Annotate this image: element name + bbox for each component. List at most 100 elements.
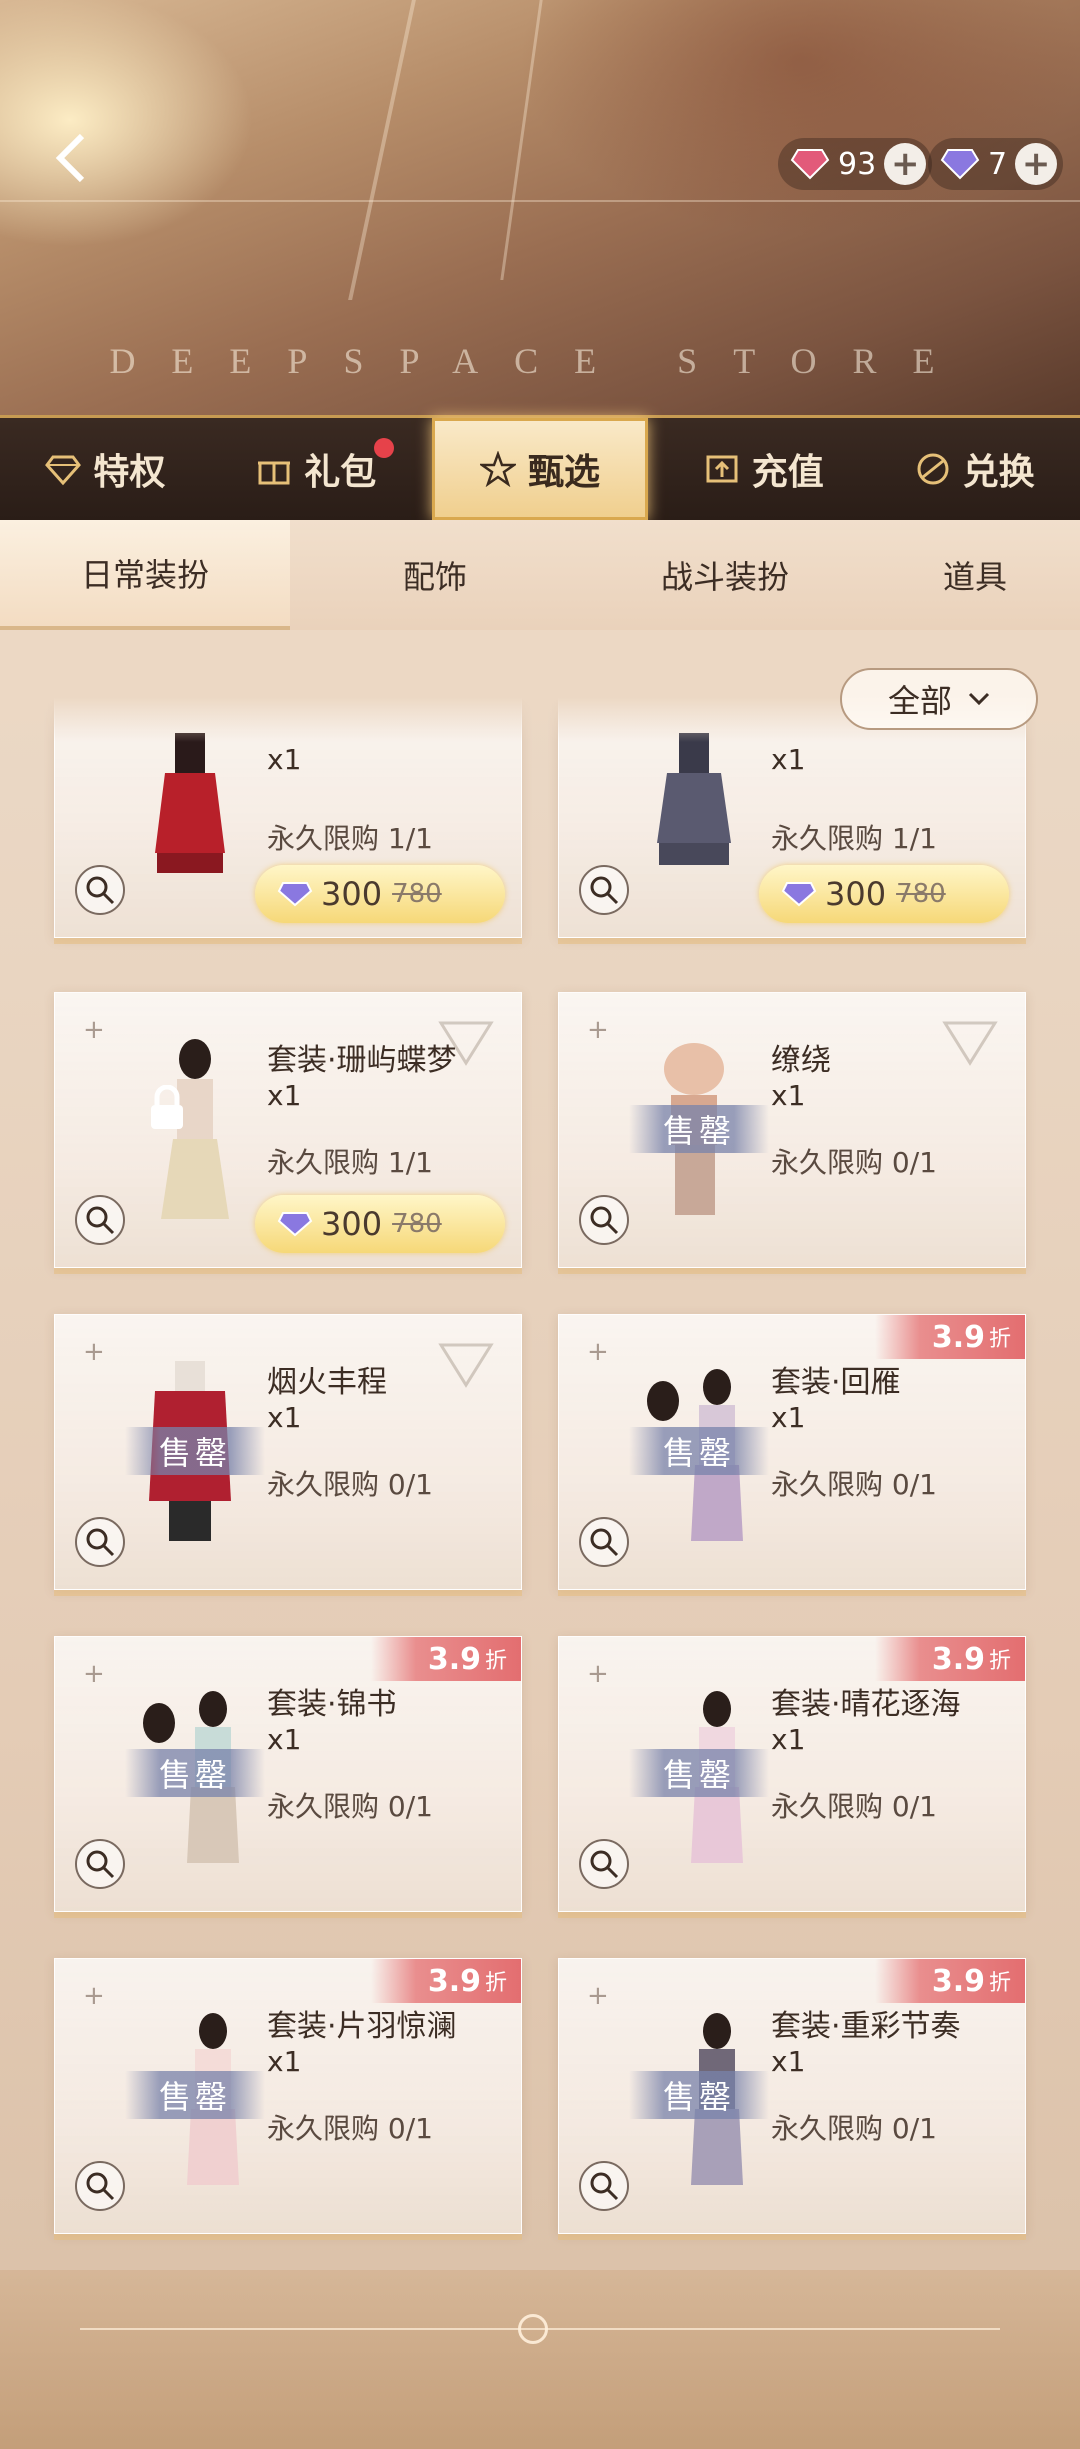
red-gem-icon [790, 149, 830, 180]
purple-gem-icon [277, 1212, 313, 1237]
corner-plus-icon: + [83, 1659, 105, 1689]
product-name: 套装·锦书 [267, 1687, 397, 1722]
card-decoration [942, 1021, 998, 1066]
purchase-limit: 永久限购 0/1 [267, 1790, 433, 1823]
price-button[interactable]: 300 780 [255, 1195, 505, 1253]
product-quantity: x1 [771, 1401, 806, 1434]
preview-button[interactable] [579, 1195, 629, 1245]
purple-gem-icon [940, 149, 980, 180]
preview-button[interactable] [579, 2161, 629, 2211]
product-card[interactable]: 3.9 折 + 售罄 套装·锦书 x1 永久限购 0/1 [54, 1636, 522, 1912]
preview-button[interactable] [579, 1839, 629, 1889]
store-banner: 93 + 7 + DEEPSPACE STORE [0, 0, 1080, 415]
star-icon [479, 451, 516, 487]
discount-value: 3.9 [931, 1963, 985, 1999]
preview-button[interactable] [579, 865, 629, 915]
magnifier-icon [86, 1528, 115, 1557]
subtab-accessories[interactable]: 配饰 [290, 520, 580, 630]
outfit-figure [639, 733, 749, 933]
tab-label: 礼包 [304, 452, 377, 493]
discount-badge: 3.9 折 [371, 1637, 521, 1681]
banner-decoration [500, 0, 543, 280]
discount-unit: 折 [988, 1327, 1011, 1352]
discount-unit: 折 [484, 1971, 507, 1996]
corner-plus-icon: + [83, 1981, 105, 2011]
corner-plus-icon: + [587, 1981, 609, 2011]
main-tab-bar: 特权 礼包 甄选 充值 兑换 [0, 415, 1080, 520]
product-name: 套装·珊屿蝶梦 [267, 1043, 457, 1078]
sold-out-badge: 售罄 [125, 1749, 265, 1797]
preview-button[interactable] [75, 1195, 125, 1245]
preview-button[interactable] [579, 1517, 629, 1567]
price-value: 300 [825, 875, 887, 913]
purchase-limit: 永久限购 1/1 [771, 822, 937, 855]
tab-label: 特权 [93, 452, 166, 493]
sub-tab-bar: 日常装扮 配饰 战斗装扮 道具 [0, 520, 1080, 630]
product-quantity: x1 [771, 743, 806, 776]
magnifier-icon [86, 1206, 115, 1235]
tab-gift-pack[interactable]: 礼包 [211, 418, 422, 520]
original-price: 780 [896, 879, 946, 909]
recharge-icon [706, 455, 738, 483]
preview-button[interactable] [75, 2161, 125, 2211]
magnifier-icon [590, 2172, 619, 2201]
chevron-down-icon [968, 692, 990, 706]
sold-out-badge: 售罄 [629, 1749, 769, 1797]
discount-value: 3.9 [931, 1641, 985, 1677]
product-name: 套装·晴花逐海 [771, 1687, 961, 1722]
magnifier-icon [86, 1850, 115, 1879]
preview-button[interactable] [75, 865, 125, 915]
purchase-limit: 永久限购 0/1 [771, 1790, 937, 1823]
subtab-daily-outfit[interactable]: 日常装扮 [0, 520, 290, 630]
purchase-limit: 永久限购 1/1 [267, 822, 433, 855]
tab-label: 甄选 [527, 452, 600, 493]
discount-unit: 折 [988, 1971, 1011, 1996]
price-button[interactable]: 300 780 [759, 865, 1009, 923]
filter-label: 全部 [887, 682, 952, 720]
price-button[interactable]: 300 780 [255, 865, 505, 923]
lock-icon [151, 1085, 183, 1129]
original-price: 780 [392, 1209, 442, 1239]
purchase-limit: 永久限购 0/1 [267, 1468, 433, 1501]
product-card[interactable]: 3.9 折 + 售罄 套装·片羽惊澜 x1 永久限购 0/1 [54, 1958, 522, 2234]
add-red-gem-button[interactable]: + [884, 143, 927, 185]
gift-icon [258, 461, 291, 485]
preview-button[interactable] [75, 1517, 125, 1567]
sold-out-badge: 售罄 [629, 1105, 769, 1153]
product-card[interactable]: + 套装·珊屿蝶梦 x1 永久限购 1/1 300 780 [54, 992, 522, 1268]
add-purple-gem-button[interactable]: + [1015, 143, 1058, 185]
tab-label: 充值 [751, 452, 824, 493]
subtab-battle-outfit[interactable]: 战斗装扮 [580, 520, 870, 630]
magnifier-icon [590, 1528, 619, 1557]
corner-plus-icon: + [587, 1015, 609, 1045]
purchase-limit: 永久限购 0/1 [771, 1146, 937, 1179]
discount-unit: 折 [988, 1649, 1011, 1674]
product-card[interactable]: 3.9 折 + 售罄 套装·重彩节奏 x1 永久限购 0/1 [558, 1958, 1026, 2234]
product-card[interactable]: 3.9 折 + 售罄 套装·回雁 x1 永久限购 0/1 [558, 1314, 1026, 1590]
outfit-figure [135, 733, 245, 933]
filter-dropdown[interactable]: 全部 [840, 668, 1038, 730]
tab-privilege[interactable]: 特权 [0, 418, 211, 520]
discount-badge: 3.9 折 [371, 1959, 521, 2003]
diamond-icon [45, 455, 82, 486]
store-title: DEEPSPACE STORE [109, 341, 971, 381]
purple-gem-icon [781, 882, 817, 907]
product-card[interactable]: 3.9 折 + 售罄 套装·晴花逐海 x1 永久限购 0/1 [558, 1636, 1026, 1912]
tab-recharge[interactable]: 充值 [658, 418, 869, 520]
exchange-icon [917, 453, 949, 485]
product-quantity: x1 [771, 2045, 806, 2078]
product-quantity: x1 [771, 1079, 806, 1112]
product-card[interactable]: + 售罄 缭绕 x1 永久限购 0/1 [558, 992, 1026, 1268]
notification-dot [373, 438, 394, 458]
currency-purple-gem: 7 + [928, 138, 1064, 190]
preview-button[interactable] [75, 1839, 125, 1889]
tab-selection[interactable]: 甄选 [431, 418, 649, 520]
purchase-limit: 永久限购 1/1 [267, 1146, 433, 1179]
purple-gem-amount: 7 [988, 146, 1008, 182]
subtab-items[interactable]: 道具 [870, 520, 1080, 630]
product-card[interactable]: + 售罄 烟火丰程 x1 永久限购 0/1 [54, 1314, 522, 1590]
discount-badge: 3.9 折 [875, 1959, 1025, 2003]
back-button[interactable] [44, 130, 100, 186]
tab-exchange[interactable]: 兑换 [869, 418, 1080, 520]
currency-red-gem: 93 + [778, 138, 933, 190]
